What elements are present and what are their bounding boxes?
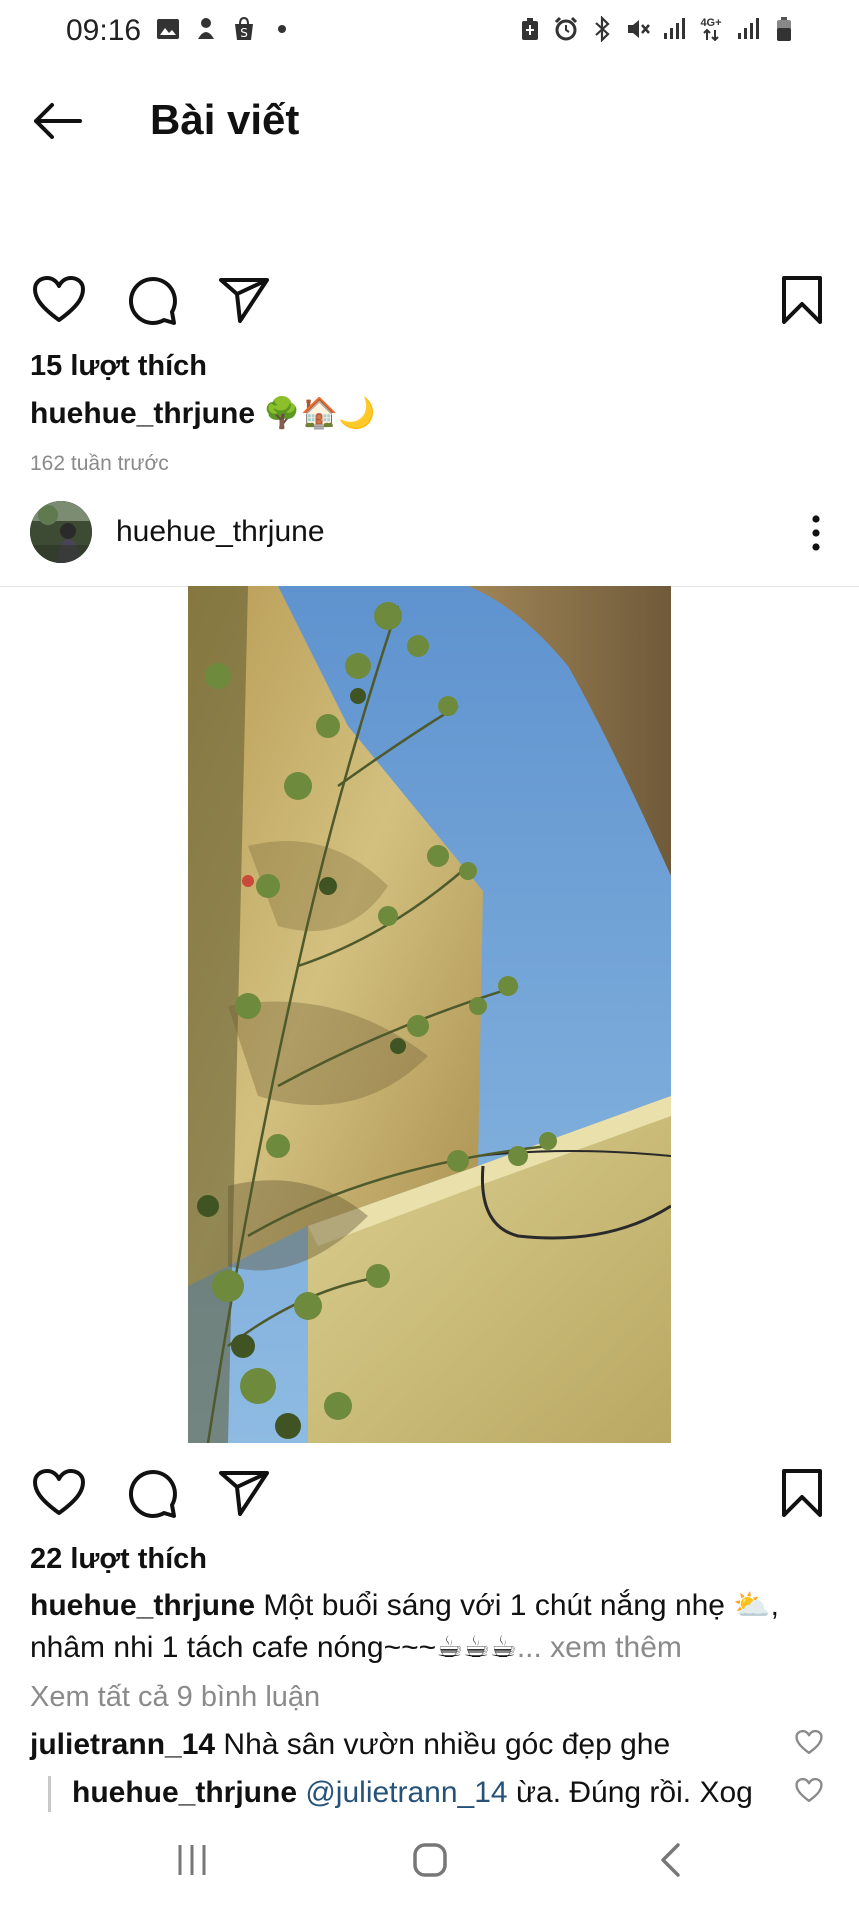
more-options-button[interactable] bbox=[791, 505, 841, 561]
save-button[interactable] bbox=[770, 268, 834, 332]
previous-post-timestamp: 162 tuần trước bbox=[30, 452, 169, 475]
comment-like-button[interactable] bbox=[789, 1770, 829, 1810]
network-label: 4G+ bbox=[700, 16, 722, 29]
caption-username[interactable]: huehue_thrjune bbox=[30, 1589, 255, 1622]
battery-saver-icon bbox=[517, 16, 543, 42]
comment-text: Nhà sân vườn nhiều góc đẹp ghe bbox=[215, 1728, 671, 1761]
reply-comment-item: huehue_thrjune @julietrann_14 ừa. Đúng r… bbox=[72, 1776, 753, 1810]
alarm-icon bbox=[553, 16, 579, 42]
send-icon bbox=[219, 278, 269, 323]
arrow-left-icon bbox=[34, 103, 82, 139]
like-button[interactable] bbox=[27, 1461, 91, 1525]
heart-icon bbox=[795, 1777, 823, 1802]
signal-icon bbox=[735, 16, 761, 42]
comment-item: julietrann_14 Nhà sân vườn nhiều góc đẹp… bbox=[30, 1728, 670, 1762]
avatar[interactable] bbox=[30, 501, 92, 563]
comment-username[interactable]: huehue_thrjune bbox=[72, 1776, 297, 1809]
heart-icon bbox=[33, 276, 85, 322]
back-nav-button[interactable] bbox=[635, 1830, 705, 1890]
dot-icon bbox=[269, 16, 295, 42]
post-actions bbox=[0, 1461, 859, 1531]
status-time: 09:16 bbox=[66, 14, 142, 47]
back-chevron-icon bbox=[661, 1843, 680, 1877]
mute-icon bbox=[625, 16, 651, 42]
app-header: Bài viết bbox=[0, 62, 859, 178]
post-author-row: huehue_thrjune bbox=[0, 497, 859, 587]
bookmark-icon bbox=[782, 1469, 822, 1517]
status-left-icons: S bbox=[155, 16, 295, 42]
more-vertical-icon bbox=[812, 515, 820, 551]
network-4g-icon: 4G+ bbox=[697, 16, 725, 42]
comment-icon bbox=[128, 1469, 177, 1518]
shopee-icon: S bbox=[231, 16, 257, 42]
back-button[interactable] bbox=[28, 92, 86, 150]
post-author-name[interactable]: huehue_thrjune bbox=[116, 515, 325, 549]
comment-mention[interactable]: @julietrann_14 bbox=[297, 1776, 507, 1809]
comment-like-button[interactable] bbox=[789, 1722, 829, 1762]
battery-icon bbox=[771, 16, 797, 42]
shape-icon bbox=[193, 16, 219, 42]
post-caption: huehue_thrjune Một buổi sáng với 1 chút … bbox=[30, 1585, 810, 1669]
image-icon bbox=[155, 16, 181, 42]
status-bar: 09:16 S 4G+ bbox=[0, 0, 859, 62]
bluetooth-icon bbox=[589, 16, 615, 42]
caption-text: 🌳🏠🌙 bbox=[255, 397, 376, 430]
previous-post-likes[interactable]: 15 lượt thích bbox=[30, 350, 207, 383]
comment-button[interactable] bbox=[120, 268, 184, 332]
post-photo[interactable] bbox=[188, 586, 671, 1443]
heart-icon bbox=[795, 1729, 823, 1754]
save-button[interactable] bbox=[770, 1461, 834, 1525]
home-icon bbox=[413, 1843, 447, 1877]
recents-button[interactable] bbox=[157, 1830, 227, 1890]
page-title: Bài viết bbox=[150, 96, 300, 143]
comment-username[interactable]: julietrann_14 bbox=[30, 1728, 215, 1761]
heart-icon bbox=[33, 1469, 85, 1515]
previous-post-actions bbox=[0, 268, 859, 338]
status-right-icons: 4G+ bbox=[517, 16, 797, 42]
view-all-comments-link[interactable]: Xem tất cả 9 bình luận bbox=[30, 1681, 320, 1714]
post-likes[interactable]: 22 lượt thích bbox=[30, 1543, 207, 1576]
svg-text:S: S bbox=[240, 26, 248, 40]
send-icon bbox=[219, 1471, 269, 1516]
comment-icon bbox=[128, 276, 177, 325]
system-nav-bar bbox=[0, 1812, 859, 1908]
recents-icon bbox=[178, 1845, 206, 1875]
share-button[interactable] bbox=[212, 268, 276, 332]
previous-post-caption: huehue_thrjune 🌳🏠🌙 bbox=[30, 393, 810, 435]
like-button[interactable] bbox=[27, 268, 91, 332]
comment-text: ừa. Đúng rồi. Xog bbox=[507, 1776, 753, 1809]
share-button[interactable] bbox=[212, 1461, 276, 1525]
home-button[interactable] bbox=[395, 1830, 465, 1890]
see-more-link[interactable]: ... xem thêm bbox=[517, 1631, 682, 1664]
reply-clip: huehue_thrjune @julietrann_14 ừa. Đúng r… bbox=[0, 1770, 859, 1810]
signal-icon bbox=[661, 16, 687, 42]
bookmark-icon bbox=[782, 276, 822, 324]
caption-username[interactable]: huehue_thrjune bbox=[30, 397, 255, 430]
comment-button[interactable] bbox=[120, 1461, 184, 1525]
